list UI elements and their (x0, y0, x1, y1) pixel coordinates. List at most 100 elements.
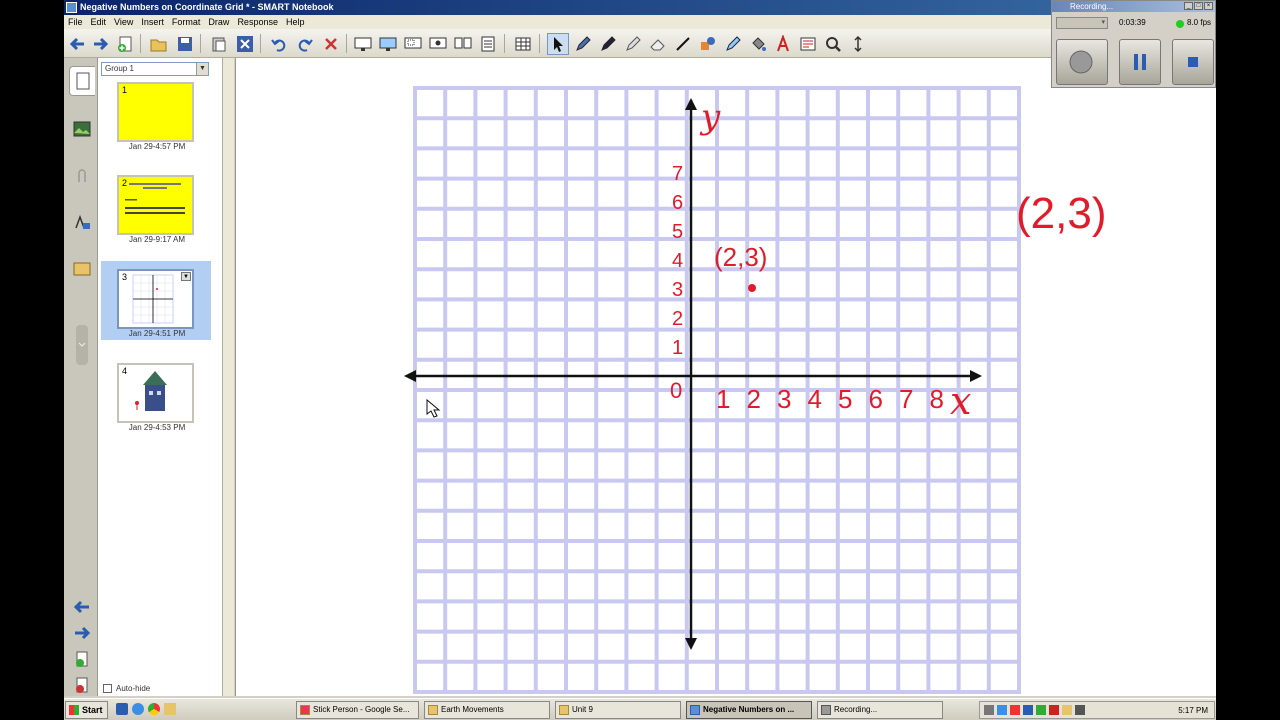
add-page-icon[interactable] (114, 33, 136, 55)
addon-tab-icon[interactable] (69, 254, 95, 284)
sorter-scrollbar[interactable] (222, 58, 234, 696)
paste-icon[interactable] (208, 33, 230, 55)
tray-status-icon[interactable] (1036, 705, 1046, 715)
minimize-icon[interactable]: _ (1184, 2, 1193, 10)
maximize-icon[interactable]: □ (1194, 2, 1203, 10)
forward-arrow-icon[interactable] (90, 33, 112, 55)
notebook-page-canvas[interactable]: y x 0 1234567 12345678 (2,3) (2,3) (235, 58, 1216, 696)
page-menu-chevron-icon[interactable]: ▼ (181, 272, 191, 281)
eraser-icon[interactable] (647, 33, 669, 55)
task-unit-9[interactable]: Unit 9 (555, 701, 681, 719)
menu-draw[interactable]: Draw (204, 15, 233, 29)
quick-launch (116, 703, 176, 715)
start-button[interactable]: Start (65, 701, 108, 719)
menu-format[interactable]: Format (168, 15, 205, 29)
pen-icon[interactable] (572, 33, 594, 55)
tray-power-icon[interactable] (1075, 705, 1085, 715)
highlighter-icon[interactable] (622, 33, 644, 55)
auto-hide-checkbox[interactable]: Auto-hide (103, 684, 150, 694)
text-icon[interactable] (772, 33, 794, 55)
plotted-point (748, 284, 756, 292)
group-dropdown-value: Group 1 (105, 64, 134, 73)
page-thumbnail-3[interactable]: 3 ▼ (117, 269, 194, 329)
dual-page-icon[interactable] (452, 33, 474, 55)
folder-icon[interactable] (164, 703, 176, 715)
select-pointer-icon[interactable] (547, 33, 569, 55)
redo-icon[interactable] (294, 33, 316, 55)
line-icon[interactable] (672, 33, 694, 55)
checkbox-box[interactable] (103, 684, 112, 694)
creative-pen-icon[interactable] (597, 33, 619, 55)
task-earth-movements[interactable]: Earth Movements (424, 701, 550, 719)
chevron-down-icon[interactable]: ▼ (196, 63, 208, 75)
screen-shade-icon[interactable] (352, 33, 374, 55)
group-dropdown[interactable]: Group 1 ▼ (101, 62, 209, 76)
save-icon[interactable] (174, 33, 196, 55)
browser-icon[interactable] (132, 703, 144, 715)
collapse-tab-icon[interactable] (69, 320, 95, 370)
move-toolbar-icon[interactable] (847, 33, 869, 55)
y-axis-label: y (699, 97, 721, 137)
document-camera-icon[interactable] (427, 33, 449, 55)
y-tick-label: 6 (672, 192, 683, 214)
attachments-tab-icon[interactable] (69, 162, 95, 192)
y-axis-arrow-down-icon (685, 638, 697, 650)
page-thumbnail-1[interactable]: 1 (117, 82, 194, 142)
menu-edit[interactable]: Edit (87, 15, 111, 29)
undo-icon[interactable] (268, 33, 290, 55)
menu-insert[interactable]: Insert (137, 15, 168, 29)
page-thumbnail-2[interactable]: 2 (117, 175, 194, 235)
tray-icons (984, 705, 1085, 715)
shapes-icon[interactable] (697, 33, 719, 55)
chrome-icon[interactable] (148, 703, 160, 715)
menu-view[interactable]: View (110, 15, 137, 29)
properties-tab-icon[interactable] (69, 208, 95, 238)
x-tick-label: 6 (869, 384, 883, 414)
magic-pen-icon[interactable] (722, 33, 744, 55)
menu-file[interactable]: File (64, 15, 87, 29)
tray-network-icon[interactable] (997, 705, 1007, 715)
back-arrow-icon[interactable] (66, 33, 88, 55)
tray-app-icon[interactable] (984, 705, 994, 715)
y-tick-labels: 1 2 3 4 5 6 7 (672, 163, 683, 359)
fill-icon[interactable] (747, 33, 769, 55)
tray-volume-icon[interactable] (1062, 705, 1072, 715)
close-icon[interactable]: × (1204, 2, 1213, 10)
ie-icon[interactable] (116, 703, 128, 715)
recorder-title-bar: Recording... _ □ × (1052, 1, 1215, 12)
x-tick-labels: 12345678 (716, 384, 944, 414)
tray-norton-icon[interactable] (1049, 705, 1059, 715)
y-tick-label: 1 (672, 337, 683, 359)
zoom-icon[interactable] (822, 33, 844, 55)
recorder-source-dropdown[interactable]: ▾ (1056, 17, 1108, 29)
stop-button[interactable] (1172, 39, 1214, 85)
clear-icon[interactable] (320, 33, 342, 55)
open-folder-icon[interactable] (148, 33, 170, 55)
gallery-tab-icon[interactable] (69, 114, 95, 144)
page-sorter-tab-icon[interactable] (69, 66, 95, 96)
tray-bluetooth-icon[interactable] (1023, 705, 1033, 715)
window-title: Negative Numbers on Coordinate Grid * - … (80, 2, 334, 12)
screen-capture-icon[interactable] (402, 33, 424, 55)
capture-toolbar-icon[interactable] (477, 33, 499, 55)
smart-notebook-window: Negative Numbers on Coordinate Grid * - … (64, 0, 1216, 720)
menu-help[interactable]: Help (282, 15, 309, 29)
delete-page-icon[interactable] (69, 670, 95, 700)
properties-icon[interactable] (797, 33, 819, 55)
pause-button[interactable] (1119, 39, 1161, 85)
table-icon[interactable] (512, 33, 534, 55)
x-tick-label: 1 (716, 384, 730, 414)
x-tick-label: 2 (747, 384, 761, 414)
page-date-label: Jan 29-4:53 PM (128, 423, 186, 432)
tray-security-icon[interactable] (1010, 705, 1020, 715)
page-thumbnail-4[interactable]: 4 (117, 363, 194, 423)
full-screen-icon[interactable] (377, 33, 399, 55)
page-number: 1 (122, 85, 128, 95)
menu-response[interactable]: Response (233, 15, 282, 29)
task-stick-person[interactable]: Stick Person - Google Se... (296, 701, 419, 719)
house-picture-icon (135, 371, 167, 411)
record-button[interactable] (1056, 39, 1108, 85)
task-recording[interactable]: Recording... (817, 701, 943, 719)
task-negative-numbers[interactable]: Negative Numbers on ... (686, 701, 812, 719)
delete-icon[interactable] (234, 33, 256, 55)
